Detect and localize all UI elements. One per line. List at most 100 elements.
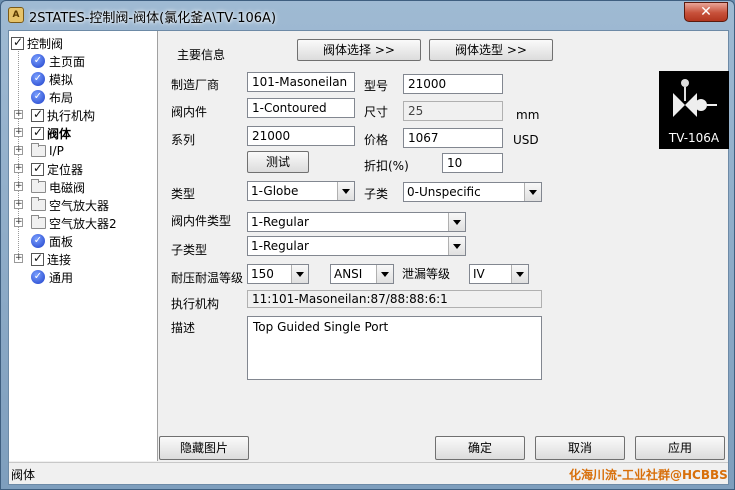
- tree-item-booster[interactable]: 空气放大器: [31, 196, 109, 214]
- price-field[interactable]: 1067: [403, 128, 503, 148]
- standard-select-value: ANSI: [334, 267, 363, 281]
- size-label: 尺寸: [364, 105, 389, 119]
- type-label: 类型: [171, 187, 196, 201]
- tree-item-actuator[interactable]: 执行机构: [31, 106, 95, 124]
- manufacturer-label: 制造厂商: [171, 78, 220, 92]
- valve-sizing-button[interactable]: 阀体选型 >>: [429, 39, 553, 61]
- pt-rating-select[interactable]: 150: [247, 264, 309, 284]
- client-area: 控制阀 ✓ 主页面 ✓ 模拟 ✓ 布局 + 执行机构 +: [8, 30, 729, 485]
- leakage-label: 泄漏等级: [402, 267, 451, 281]
- actuator-field: 11:101-Masoneilan:87/88:88:6:1: [247, 290, 542, 308]
- series-field[interactable]: 21000: [247, 126, 355, 146]
- expand-icon[interactable]: +: [14, 200, 23, 209]
- price-label: 价格: [364, 133, 389, 147]
- model-field[interactable]: 21000: [403, 74, 503, 94]
- tree-item-label: 通用: [49, 270, 74, 285]
- app-window: A 2STATES-控制阀-阀体(氯化釜A\TV-106A) ✕ 控制阀 ✓ 主…: [0, 0, 735, 490]
- tree-root[interactable]: 控制阀: [11, 34, 63, 52]
- expand-icon[interactable]: +: [14, 182, 23, 191]
- dropdown-arrow-icon[interactable]: [448, 237, 465, 255]
- standard-select[interactable]: ANSI: [330, 264, 394, 284]
- check-badge-icon: ✓: [31, 90, 45, 104]
- type-select-value: 1-Globe: [251, 184, 299, 198]
- subclass-select-value: 0-Unspecific: [407, 185, 481, 199]
- dropdown-arrow-icon[interactable]: [511, 265, 528, 283]
- size-field: 25: [403, 101, 503, 121]
- folder-icon: [31, 179, 46, 193]
- tree-item-connection[interactable]: 连接: [31, 250, 71, 268]
- type-select[interactable]: 1-Globe: [247, 181, 355, 201]
- cancel-button[interactable]: 取消: [535, 436, 625, 460]
- actuator-label: 执行机构: [171, 297, 220, 311]
- description-textarea[interactable]: Top Guided Single Port: [247, 316, 542, 380]
- trim-type-select[interactable]: 1-Regular: [247, 212, 466, 232]
- tree-item-label: 电磁阀: [49, 180, 86, 195]
- tree-item-label: 连接: [47, 252, 72, 267]
- tree-item-label: 阀体: [47, 126, 72, 141]
- dropdown-arrow-icon[interactable]: [448, 213, 465, 231]
- pt-rating-label: 耐压耐温等级: [171, 271, 244, 285]
- checkbox-checked-icon[interactable]: [31, 251, 44, 266]
- dropdown-arrow-icon[interactable]: [337, 182, 354, 200]
- manufacturer-field[interactable]: 101-Masoneilan: [247, 72, 355, 92]
- subtype-select-value: 1-Regular: [251, 239, 309, 253]
- tree-item-label: 主页面: [49, 54, 86, 69]
- check-badge-icon: ✓: [31, 270, 45, 284]
- dropdown-arrow-icon[interactable]: [524, 183, 541, 201]
- check-badge-icon: ✓: [31, 54, 45, 68]
- subclass-select[interactable]: 0-Unspecific: [403, 182, 542, 202]
- description-label: 描述: [171, 321, 196, 335]
- apply-button[interactable]: 应用: [635, 436, 725, 460]
- expand-icon[interactable]: +: [14, 128, 23, 137]
- close-button[interactable]: ✕: [684, 2, 728, 22]
- trim-type-select-value: 1-Regular: [251, 215, 309, 229]
- discount-field[interactable]: 10: [442, 153, 503, 173]
- tree-item-layout[interactable]: ✓ 布局: [31, 88, 73, 106]
- control-valve-icon: [673, 79, 717, 117]
- tree-item-booster-2[interactable]: 空气放大器2: [31, 214, 117, 232]
- leakage-select-value: IV: [473, 267, 485, 281]
- checkbox-checked-icon[interactable]: [31, 107, 44, 122]
- tree-item-simulation[interactable]: ✓ 模拟: [31, 70, 73, 88]
- series-label: 系列: [171, 133, 196, 147]
- tree-item-valve-body[interactable]: 阀体: [31, 124, 71, 142]
- tree-item-general[interactable]: ✓ 通用: [31, 268, 73, 286]
- tree-item-home[interactable]: ✓ 主页面: [31, 52, 85, 70]
- navigation-tree: 控制阀 ✓ 主页面 ✓ 模拟 ✓ 布局 + 执行机构 +: [9, 31, 158, 461]
- tree-item-label: I/P: [49, 144, 64, 158]
- subclass-label: 子类: [364, 187, 389, 201]
- watermark: 化海川流-工业社群@HCBBS: [569, 468, 728, 482]
- expand-icon[interactable]: +: [14, 110, 23, 119]
- subtype-select[interactable]: 1-Regular: [247, 236, 466, 256]
- checkbox-checked-icon[interactable]: [31, 161, 44, 176]
- checkbox-checked-icon[interactable]: [31, 125, 44, 140]
- hide-image-button[interactable]: 隐藏图片: [159, 436, 249, 460]
- tree-item-label: 空气放大器2: [49, 216, 117, 231]
- tree-item-label: 定位器: [47, 162, 84, 177]
- tree-item-ip[interactable]: I/P: [31, 142, 64, 160]
- tree-item-panel[interactable]: ✓ 面板: [31, 232, 73, 250]
- tree-item-positioner[interactable]: 定位器: [31, 160, 83, 178]
- ok-button[interactable]: 确定: [435, 436, 525, 460]
- status-bar: 阀体 化海川流-工业社群@HCBBS: [9, 462, 728, 484]
- tree-item-label: 空气放大器: [49, 198, 110, 213]
- expand-icon[interactable]: +: [14, 254, 23, 263]
- test-button[interactable]: 测试: [247, 151, 309, 173]
- checkbox-checked-icon[interactable]: [11, 35, 24, 50]
- folder-icon: [31, 215, 46, 229]
- window-title: 2STATES-控制阀-阀体(氯化釜A\TV-106A): [29, 11, 277, 26]
- valve-tag-caption: TV-106A: [668, 131, 720, 145]
- expand-icon[interactable]: +: [14, 146, 23, 155]
- expand-icon[interactable]: +: [14, 164, 23, 173]
- tree-item-label: 执行机构: [47, 108, 96, 123]
- expand-icon[interactable]: +: [14, 218, 23, 227]
- trim-field[interactable]: 1-Contoured: [247, 98, 355, 118]
- title-bar[interactable]: A 2STATES-控制阀-阀体(氯化釜A\TV-106A) ✕: [1, 1, 734, 29]
- select-valve-button[interactable]: 阀体选择 >>: [297, 39, 421, 61]
- dropdown-arrow-icon[interactable]: [376, 265, 393, 283]
- leakage-select[interactable]: IV: [469, 264, 529, 284]
- folder-icon: [31, 197, 46, 211]
- dropdown-arrow-icon[interactable]: [291, 265, 308, 283]
- status-text: 阀体: [11, 468, 36, 482]
- tree-item-solenoid[interactable]: 电磁阀: [31, 178, 85, 196]
